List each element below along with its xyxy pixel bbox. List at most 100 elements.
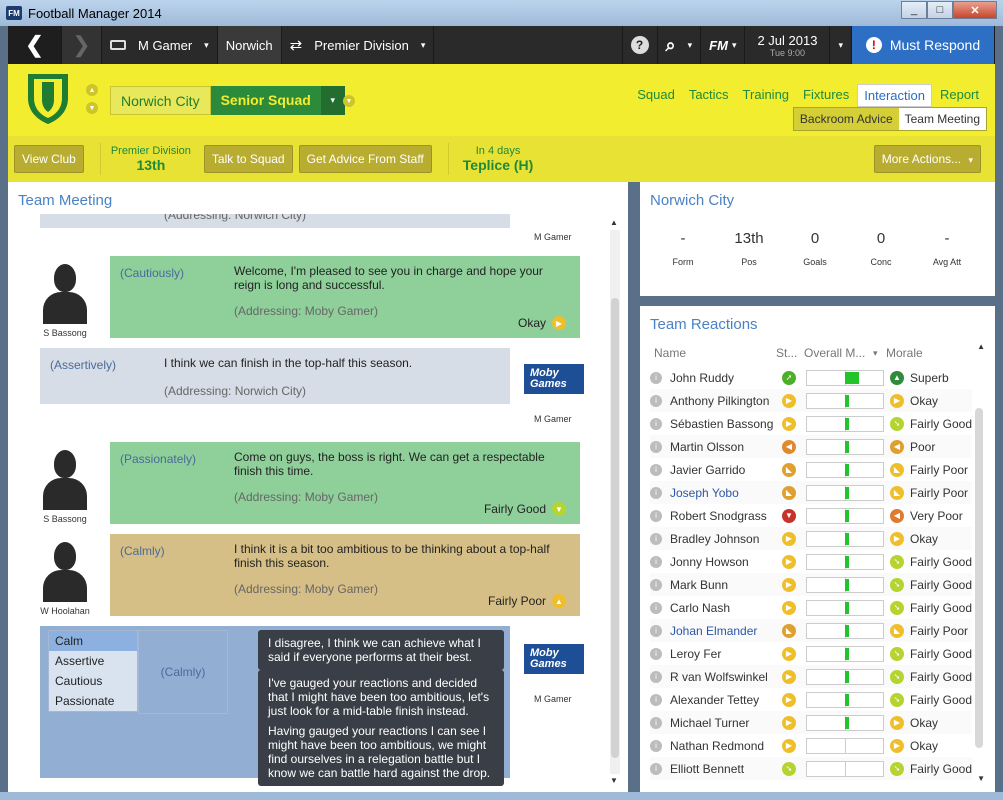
reactions-scrollbar[interactable] [975,372,983,780]
tone-option-passionate[interactable]: Passionate [49,691,137,711]
next-match[interactable]: In 4 days Teplice (H) [463,145,534,173]
more-actions-button[interactable]: More Actions... ▾ [873,145,981,173]
previous-club-arrow-icon[interactable]: ▲ [86,84,98,96]
competition-menu[interactable]: ⇄ Premier Division ▾ [282,26,435,64]
minimize-button[interactable]: _ [901,1,927,19]
player-name[interactable]: Alexander Tettey [670,693,774,707]
reply-option[interactable]: Having gauged your reactions I can see I… [258,718,504,786]
tab-fixtures[interactable]: Fixtures [797,84,855,107]
column-header-name[interactable]: Name [654,346,686,360]
close-button[interactable]: ✕ [953,1,997,19]
table-row[interactable]: i Alexander Tettey ▶ ➘ Fairly Good [650,688,972,711]
chevron-down-icon[interactable]: ▾ [320,86,345,115]
get-advice-button[interactable]: Get Advice From Staff [298,145,432,173]
maximize-button[interactable]: □ [927,1,953,19]
table-row[interactable]: i Nathan Redmond ▶ ▶ Okay [650,734,972,757]
info-icon[interactable]: i [650,739,662,752]
info-icon[interactable]: i [650,509,662,522]
tone-option-assertive[interactable]: Assertive [49,651,137,671]
info-icon[interactable]: i [650,440,662,453]
table-row[interactable]: i Bradley Johnson ▶ ▶ Okay [650,527,972,550]
info-icon[interactable]: i [650,624,662,637]
reply-option[interactable]: I've gauged your reactions and decided t… [258,670,504,724]
table-row[interactable]: i Anthony Pilkington ▶ ▶ Okay [650,389,972,412]
table-row[interactable]: i R van Wolfswinkel ▶ ➘ Fairly Good [650,665,972,688]
player-name[interactable]: Carlo Nash [670,601,774,615]
info-icon[interactable]: i [650,463,662,476]
table-row[interactable]: i Carlo Nash ▶ ➘ Fairly Good [650,596,972,619]
table-row[interactable]: i Johan Elmander ◣ ◣ Fairly Poor [650,619,972,642]
table-row[interactable]: i Jonny Howson ▶ ➘ Fairly Good [650,550,972,573]
player-name[interactable]: Bradley Johnson [670,532,774,546]
info-icon[interactable]: i [650,371,662,384]
player-name[interactable]: Javier Garrido [670,463,774,477]
chevron-down-icon[interactable]: ▼ [343,95,355,107]
info-icon[interactable]: i [650,486,662,499]
scroll-thumb[interactable] [975,408,983,748]
player-name[interactable]: John Ruddy [670,371,774,385]
subtab-backroom-advice[interactable]: Backroom Advice [793,108,899,130]
info-icon[interactable]: i [650,647,662,660]
reply-option[interactable]: I disagree, I think we can achieve what … [258,630,504,670]
table-row[interactable]: i Leroy Fer ▶ ➘ Fairly Good [650,642,972,665]
table-row[interactable]: i Mark Bunn ▶ ➘ Fairly Good [650,573,972,596]
view-club-button[interactable]: View Club [14,145,84,173]
player-name[interactable]: Sébastien Bassong [670,417,774,431]
next-club-arrow-icon[interactable]: ▼ [86,102,98,114]
info-icon[interactable]: i [650,578,662,591]
help-button[interactable]: ? [621,26,658,64]
back-button[interactable]: ❮ [8,26,62,64]
table-row[interactable]: i Martin Olsson ◀ ◀ Poor [650,435,972,458]
info-icon[interactable]: i [650,394,662,407]
must-respond-button[interactable]: ! Must Respond [852,26,995,64]
player-name[interactable]: Johan Elmander [670,624,774,638]
player-name[interactable]: Mark Bunn [670,578,774,592]
column-header-morale[interactable]: Morale [886,346,923,360]
info-icon[interactable]: i [650,601,662,614]
tone-option-calm[interactable]: Calm [49,631,137,651]
player-name[interactable]: Anthony Pilkington [670,394,774,408]
player-name[interactable]: Robert Snodgrass [670,509,774,523]
scroll-up-icon[interactable]: ▲ [610,218,618,227]
player-name[interactable]: Leroy Fer [670,647,774,661]
player-name[interactable]: Jonny Howson [670,555,774,569]
table-row[interactable]: i Javier Garrido ◣ ◣ Fairly Poor [650,458,972,481]
table-row[interactable]: i Michael Turner ▶ ▶ Okay [650,711,972,734]
tab-interaction[interactable]: Interaction [857,84,932,107]
info-icon[interactable]: i [650,555,662,568]
tab-squad[interactable]: Squad [631,84,681,107]
player-name[interactable]: R van Wolfswinkel [670,670,774,684]
info-icon[interactable]: i [650,670,662,683]
scroll-thumb[interactable] [611,298,619,758]
info-icon[interactable]: i [650,532,662,545]
table-row[interactable]: i Robert Snodgrass ▼ ◀ Very Poor [650,504,972,527]
date-menu[interactable]: ▾ [830,26,852,64]
player-name[interactable]: Elliott Bennett [670,762,774,776]
club-menu[interactable]: Norwich [217,26,282,64]
continue-date[interactable]: 2 Jul 2013 Tue 9:00 [745,26,831,64]
column-header-overall[interactable]: Overall M... [804,346,865,360]
talk-to-squad-button[interactable]: Talk to Squad [203,145,293,173]
info-icon[interactable]: i [650,417,662,430]
info-icon[interactable]: i [650,693,662,706]
player-name[interactable]: Michael Turner [670,716,774,730]
info-icon[interactable]: i [650,762,662,775]
player-name[interactable]: Martin Olsson [670,440,774,454]
feed-scrollbar[interactable]: ▲ ▼ [610,218,620,786]
table-row[interactable]: i Sébastien Bassong ▶ ➘ Fairly Good [650,412,972,435]
scroll-up-icon[interactable]: ▲ [977,342,985,351]
table-row[interactable]: i Elliott Bennett ➘ ➘ Fairly Good [650,757,972,780]
tab-training[interactable]: Training [737,84,795,107]
scroll-down-icon[interactable]: ▼ [977,774,985,783]
player-name[interactable]: Nathan Redmond [670,739,774,753]
manager-menu[interactable]: M Gamer ▾ [102,26,218,64]
forward-button[interactable]: ❯ [62,26,102,64]
tab-tactics[interactable]: Tactics [683,84,735,107]
table-row[interactable]: i John Ruddy ➚ ▲ Superb [650,366,972,389]
search-button[interactable]: ⌕ ▾ [658,26,702,64]
fm-menu[interactable]: FM ▾ [701,26,746,64]
subtab-team-meeting[interactable]: Team Meeting [898,108,986,130]
tone-option-cautious[interactable]: Cautious [49,671,137,691]
table-row[interactable]: i Joseph Yobo ◣ ◣ Fairly Poor [650,481,972,504]
info-icon[interactable]: i [650,716,662,729]
